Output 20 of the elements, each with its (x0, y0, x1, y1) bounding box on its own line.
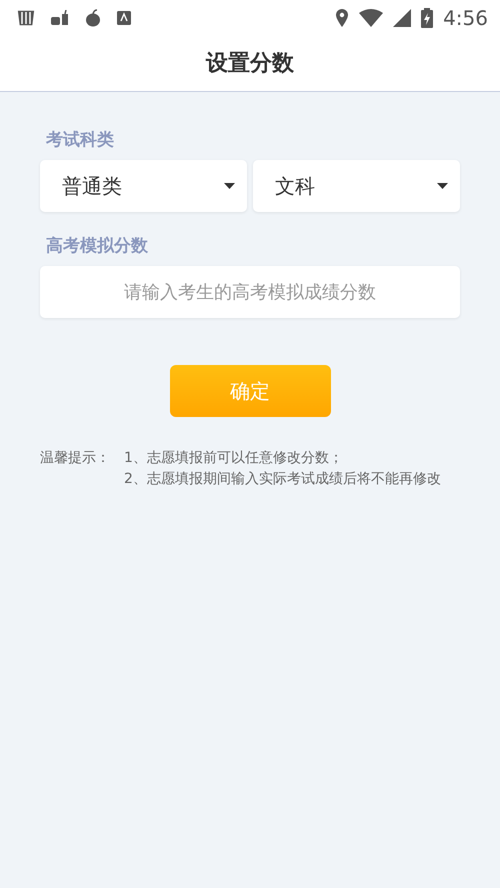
tips-label: 温馨提示： (40, 449, 110, 468)
tip-text: 1、志愿填报前可以任意修改分数； (124, 449, 344, 467)
tip-text: 2、志愿填报期间输入实际考试成绩后将不能再修改 (124, 470, 441, 488)
caret-icon (224, 183, 235, 189)
wifi-icon (359, 8, 384, 26)
food-icon (50, 10, 70, 26)
dropdown[interactable]: 文科 (253, 160, 460, 212)
page-title: 设置分数 (206, 50, 294, 78)
apple-icon (84, 8, 102, 26)
caret-icon (437, 183, 448, 189)
score-input-field[interactable]: 请输入考生的高考模拟成绩分数 (40, 266, 460, 318)
app-icon (16, 8, 36, 26)
signal-icon (393, 8, 412, 26)
keyboard-icon (116, 10, 132, 26)
location-icon (335, 8, 350, 28)
battery-icon (421, 8, 434, 28)
section-label: 高考模拟分数 (46, 235, 149, 257)
section-label: 考试科类 (46, 129, 115, 151)
clock-time: 4:56 (443, 6, 488, 30)
dropdown[interactable]: 普通类 (40, 160, 247, 212)
